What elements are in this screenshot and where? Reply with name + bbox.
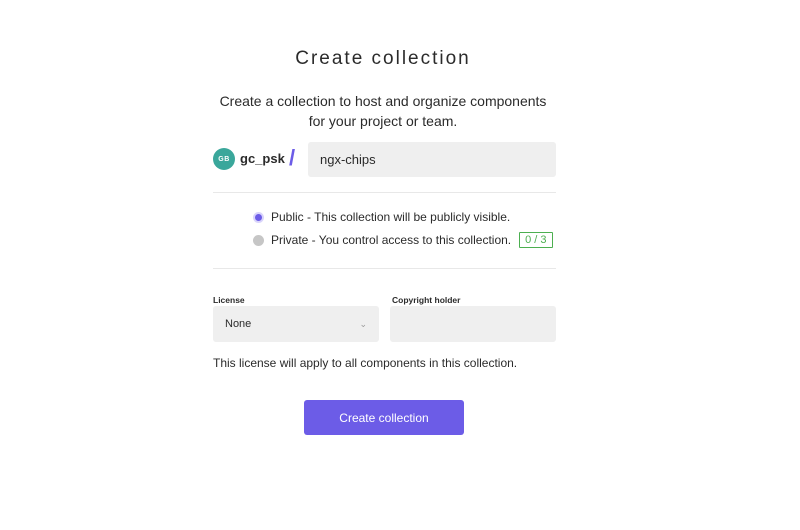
- private-count-badge: 0 / 3: [519, 232, 553, 248]
- license-label: License: [213, 295, 245, 305]
- license-select[interactable]: None ⌄: [213, 306, 379, 342]
- page-title: Create collection: [295, 48, 471, 69]
- collection-name-row: GB gc_psk /: [213, 142, 556, 177]
- page-subtitle: Create a collection to host and organize…: [219, 93, 547, 129]
- copyright-label: Copyright holder: [392, 295, 461, 305]
- owner-avatar[interactable]: GB: [213, 148, 235, 170]
- license-note: This license will apply to all component…: [213, 356, 518, 370]
- visibility-option-public[interactable]: Public - This collection will be publicl…: [253, 208, 510, 226]
- public-label: Public - This collection will be publicl…: [271, 210, 511, 224]
- private-label: Private - You control access to this col…: [271, 233, 512, 247]
- create-collection-page: Create collection Create a collection to…: [0, 0, 800, 530]
- public-radio[interactable]: [253, 211, 264, 223]
- divider-bottom: [213, 268, 556, 269]
- owner-name: gc_psk: [240, 151, 285, 166]
- collection-name-input[interactable]: [308, 142, 556, 177]
- owner-separator: /: [289, 145, 296, 170]
- private-radio[interactable]: [253, 234, 264, 246]
- create-collection-button[interactable]: Create collection: [304, 400, 464, 435]
- visibility-option-private[interactable]: Private - You control access to this col…: [253, 231, 553, 249]
- chevron-down-icon: ⌄: [359, 318, 367, 329]
- license-selected-value: None: [225, 318, 252, 330]
- copyright-holder-input[interactable]: [390, 306, 556, 342]
- divider-top: [213, 192, 556, 193]
